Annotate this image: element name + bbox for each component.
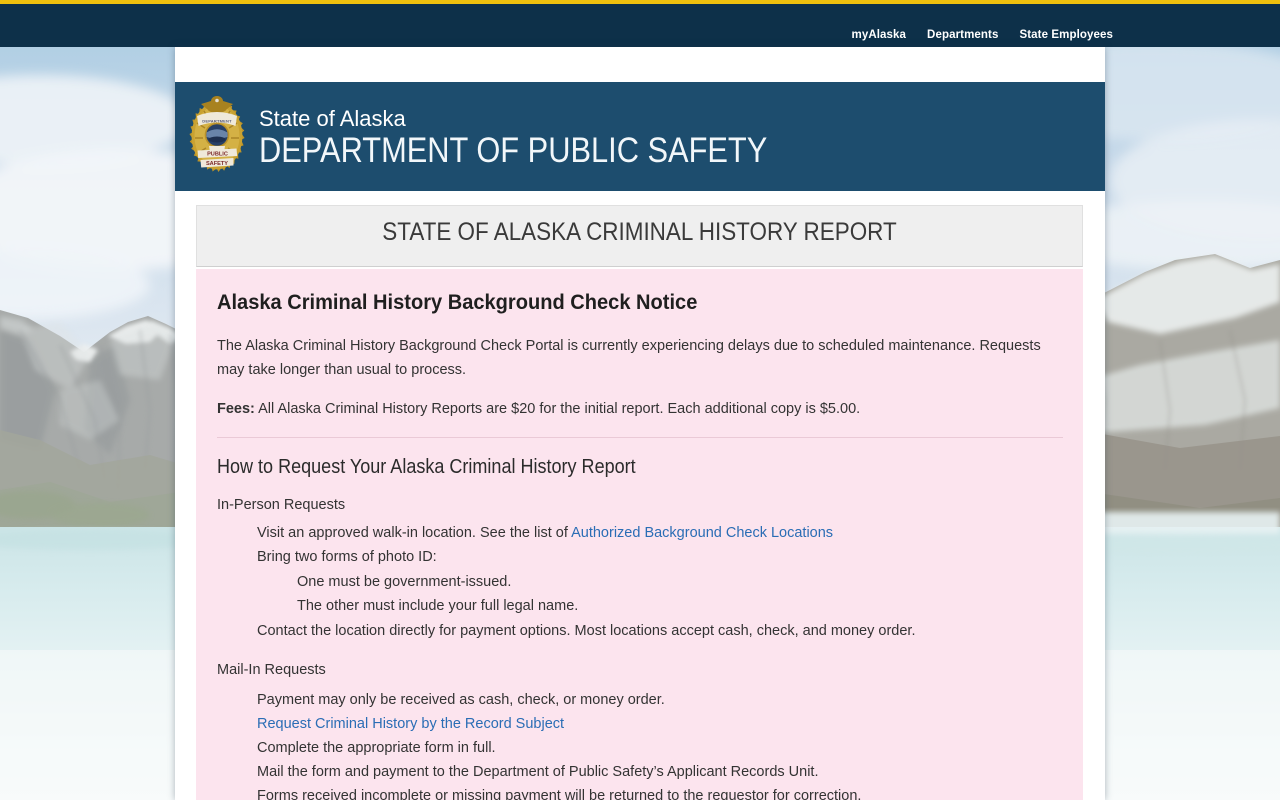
svg-text:PUBLIC: PUBLIC — [207, 151, 228, 157]
svg-text:SAFETY: SAFETY — [206, 161, 228, 167]
